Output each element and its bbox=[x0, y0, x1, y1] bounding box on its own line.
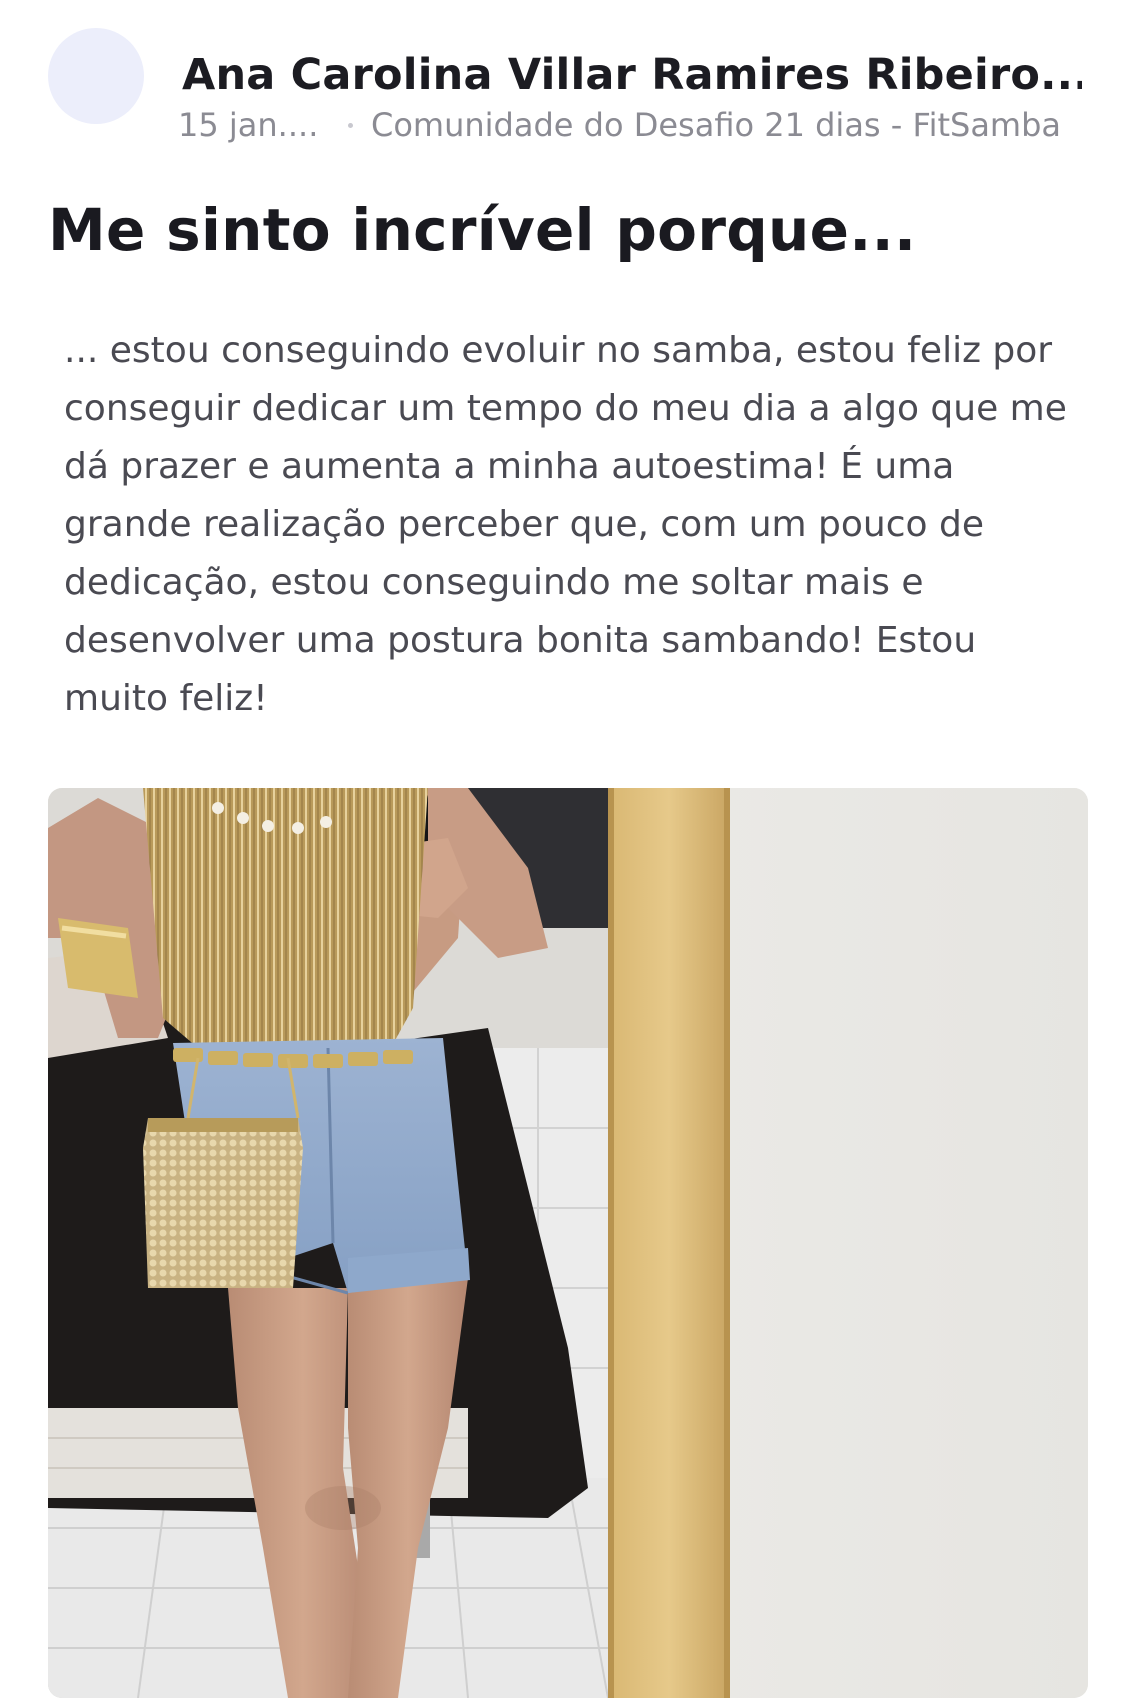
post-card: Ana Carolina Villar Ramires Ribeiro... 1… bbox=[0, 0, 1125, 1704]
community-link[interactable]: Comunidade do Desafio 21 dias - FitSamba bbox=[371, 106, 1061, 144]
separator-dot bbox=[348, 122, 353, 128]
post-title: Me sinto incrível porque... bbox=[48, 196, 917, 264]
avatar[interactable] bbox=[48, 28, 144, 124]
post-photo[interactable] bbox=[48, 788, 1088, 1698]
post-date: 15 jan.... bbox=[178, 106, 319, 144]
post-body: ... estou conseguindo evoluir no samba, … bbox=[64, 330, 1067, 719]
photo-illustration bbox=[48, 788, 1088, 1698]
post-meta: 15 jan.... Comunidade do Desafio 21 dias… bbox=[178, 106, 1098, 144]
author-name[interactable]: Ana Carolina Villar Ramires Ribeiro... bbox=[182, 50, 1082, 100]
